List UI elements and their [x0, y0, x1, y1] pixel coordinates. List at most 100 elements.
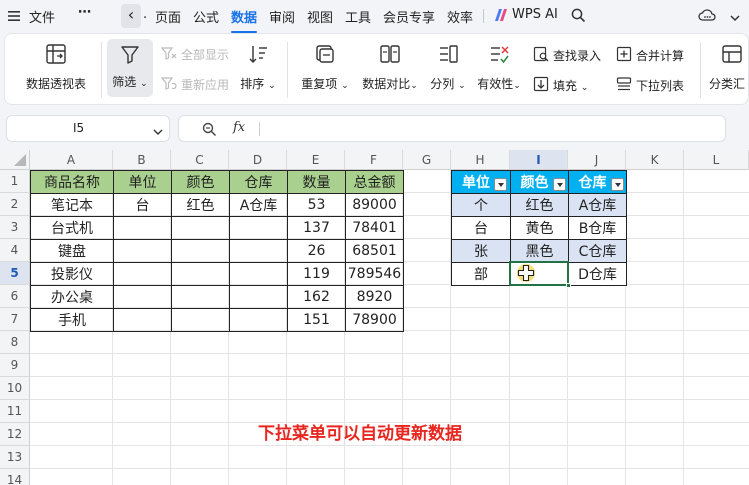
- column-header-h[interactable]: H: [451, 150, 510, 170]
- table-cell[interactable]: [171, 239, 230, 263]
- zoom-search-icon[interactable]: [202, 122, 217, 137]
- menu-tab-member[interactable]: 会员专享: [383, 7, 435, 26]
- table-cell[interactable]: 红色: [510, 193, 569, 217]
- table-cell[interactable]: A仓库: [568, 193, 627, 217]
- column-header-a[interactable]: A: [30, 150, 113, 170]
- table-cell[interactable]: 黄色: [510, 216, 569, 240]
- table-header-cell[interactable]: 仓库: [229, 170, 288, 194]
- table-cell[interactable]: 黑色: [510, 239, 569, 263]
- table-cell[interactable]: [171, 308, 230, 332]
- table-cell[interactable]: D仓库: [568, 262, 627, 286]
- table-cell[interactable]: 78401: [345, 216, 404, 240]
- table-cell[interactable]: 789546: [345, 262, 404, 286]
- menu-tab-view[interactable]: 视图: [307, 7, 333, 26]
- table-cell[interactable]: 26: [287, 239, 346, 263]
- table-cell[interactable]: 投影仪: [30, 262, 114, 286]
- menu-tab-formula[interactable]: 公式: [193, 7, 219, 26]
- table-cell[interactable]: 89000: [345, 193, 404, 217]
- chevron-down-icon[interactable]: [730, 11, 740, 22]
- table-cell[interactable]: [229, 285, 288, 309]
- spreadsheet-grid[interactable]: A B C D E F G H I J K L 1 2 3 4 5 6 7 8 …: [0, 150, 749, 485]
- row-header-5[interactable]: 5: [0, 262, 30, 285]
- row-header-6[interactable]: 6: [0, 285, 30, 308]
- filter-button[interactable]: 筛选 ⌄: [107, 39, 153, 97]
- row-header-11[interactable]: 11: [0, 400, 30, 423]
- menu-file[interactable]: 文件: [29, 7, 55, 26]
- table-cell[interactable]: 笔记本: [30, 193, 114, 217]
- table-cell[interactable]: [171, 262, 230, 286]
- sort-button[interactable]: 排序 ⌄: [239, 43, 277, 92]
- table-cell[interactable]: 68501: [345, 239, 404, 263]
- table-cell[interactable]: [229, 239, 288, 263]
- table-cell[interactable]: 红色: [171, 193, 230, 217]
- table-cell[interactable]: 台: [451, 216, 511, 240]
- table-header-cell[interactable]: 总金额: [345, 170, 404, 194]
- table-cell[interactable]: [171, 285, 230, 309]
- table-cell[interactable]: 个: [451, 193, 511, 217]
- table-cell[interactable]: [229, 262, 288, 286]
- table-cell[interactable]: A仓库: [229, 193, 288, 217]
- table-cell[interactable]: 手机: [30, 308, 114, 332]
- table-cell[interactable]: 键盘: [30, 239, 114, 263]
- table-header-cell[interactable]: 颜色: [171, 170, 230, 194]
- duplicates-button[interactable]: 重复项 ⌄: [299, 43, 351, 92]
- menu-tab-efficiency[interactable]: 效率: [447, 7, 473, 26]
- table-cell[interactable]: C仓库: [568, 239, 627, 263]
- select-all-corner[interactable]: [0, 150, 30, 170]
- column-header-c[interactable]: C: [171, 150, 229, 170]
- split-column-button[interactable]: 分列 ⌄: [429, 43, 467, 92]
- column-header-b[interactable]: B: [113, 150, 171, 170]
- table-cell[interactable]: 办公桌: [30, 285, 114, 309]
- row-header-10[interactable]: 10: [0, 377, 30, 400]
- classify-sum-button[interactable]: 分类汇: [709, 43, 749, 92]
- menu-wps-ai[interactable]: WPS AI: [512, 7, 558, 22]
- table-cell[interactable]: [113, 239, 172, 263]
- table-cell[interactable]: 台: [113, 193, 172, 217]
- merge-calc-button[interactable]: 合并计算: [616, 46, 684, 65]
- filter-dropdown-icon[interactable]: [553, 178, 566, 191]
- table-cell[interactable]: [113, 308, 172, 332]
- table-cell[interactable]: 78900: [345, 308, 404, 332]
- row-header-3[interactable]: 3: [0, 216, 30, 239]
- column-header-l[interactable]: L: [684, 150, 749, 170]
- formula-input[interactable]: fx: [178, 115, 726, 142]
- table-header-cell[interactable]: 数量: [287, 170, 346, 194]
- reapply-button[interactable]: 重新应用: [160, 76, 229, 93]
- menu-tab-tools[interactable]: 工具: [345, 7, 371, 26]
- dropdown-list-button[interactable]: 下拉列表: [616, 76, 684, 95]
- validity-button[interactable]: 有效性⌄: [473, 43, 525, 92]
- table-cell[interactable]: [113, 262, 172, 286]
- table-cell[interactable]: 151: [287, 308, 346, 332]
- row-header-2[interactable]: 2: [0, 193, 30, 216]
- row-header-7[interactable]: 7: [0, 308, 30, 331]
- row-header-13[interactable]: 13: [0, 446, 30, 469]
- table-cell[interactable]: 部: [451, 262, 511, 286]
- table-header-cell[interactable]: 商品名称: [30, 170, 114, 194]
- column-header-j[interactable]: J: [568, 150, 626, 170]
- fx-icon[interactable]: fx: [233, 120, 245, 135]
- table-cell[interactable]: 53: [287, 193, 346, 217]
- table-cell[interactable]: [229, 216, 288, 240]
- row-header-8[interactable]: 8: [0, 331, 30, 354]
- column-header-i[interactable]: I: [510, 150, 568, 170]
- cloud-sync-icon[interactable]: [698, 8, 716, 22]
- table-cell[interactable]: B仓库: [568, 216, 627, 240]
- wps-ai-icon[interactable]: [494, 8, 508, 22]
- menu-tab-review[interactable]: 审阅: [269, 7, 295, 26]
- menu-tab-data[interactable]: 数据: [231, 7, 258, 33]
- show-all-button[interactable]: 全部显示: [160, 46, 229, 63]
- chevron-down-icon[interactable]: [153, 125, 163, 135]
- table-cell[interactable]: [113, 285, 172, 309]
- column-header-k[interactable]: K: [626, 150, 684, 170]
- data-compare-button[interactable]: 数据对比⌄: [357, 43, 423, 92]
- fill-handle[interactable]: [566, 283, 571, 288]
- more-menu-icon[interactable]: ⋯: [78, 5, 91, 20]
- back-chevron-icon[interactable]: ‹: [121, 4, 141, 28]
- table-cell[interactable]: 张: [451, 239, 511, 263]
- table-cell[interactable]: 137: [287, 216, 346, 240]
- table-cell[interactable]: 8920: [345, 285, 404, 309]
- hamburger-icon[interactable]: [8, 10, 20, 21]
- table-cell[interactable]: 162: [287, 285, 346, 309]
- column-header-e[interactable]: E: [287, 150, 345, 170]
- filter-dropdown-icon[interactable]: [611, 178, 624, 191]
